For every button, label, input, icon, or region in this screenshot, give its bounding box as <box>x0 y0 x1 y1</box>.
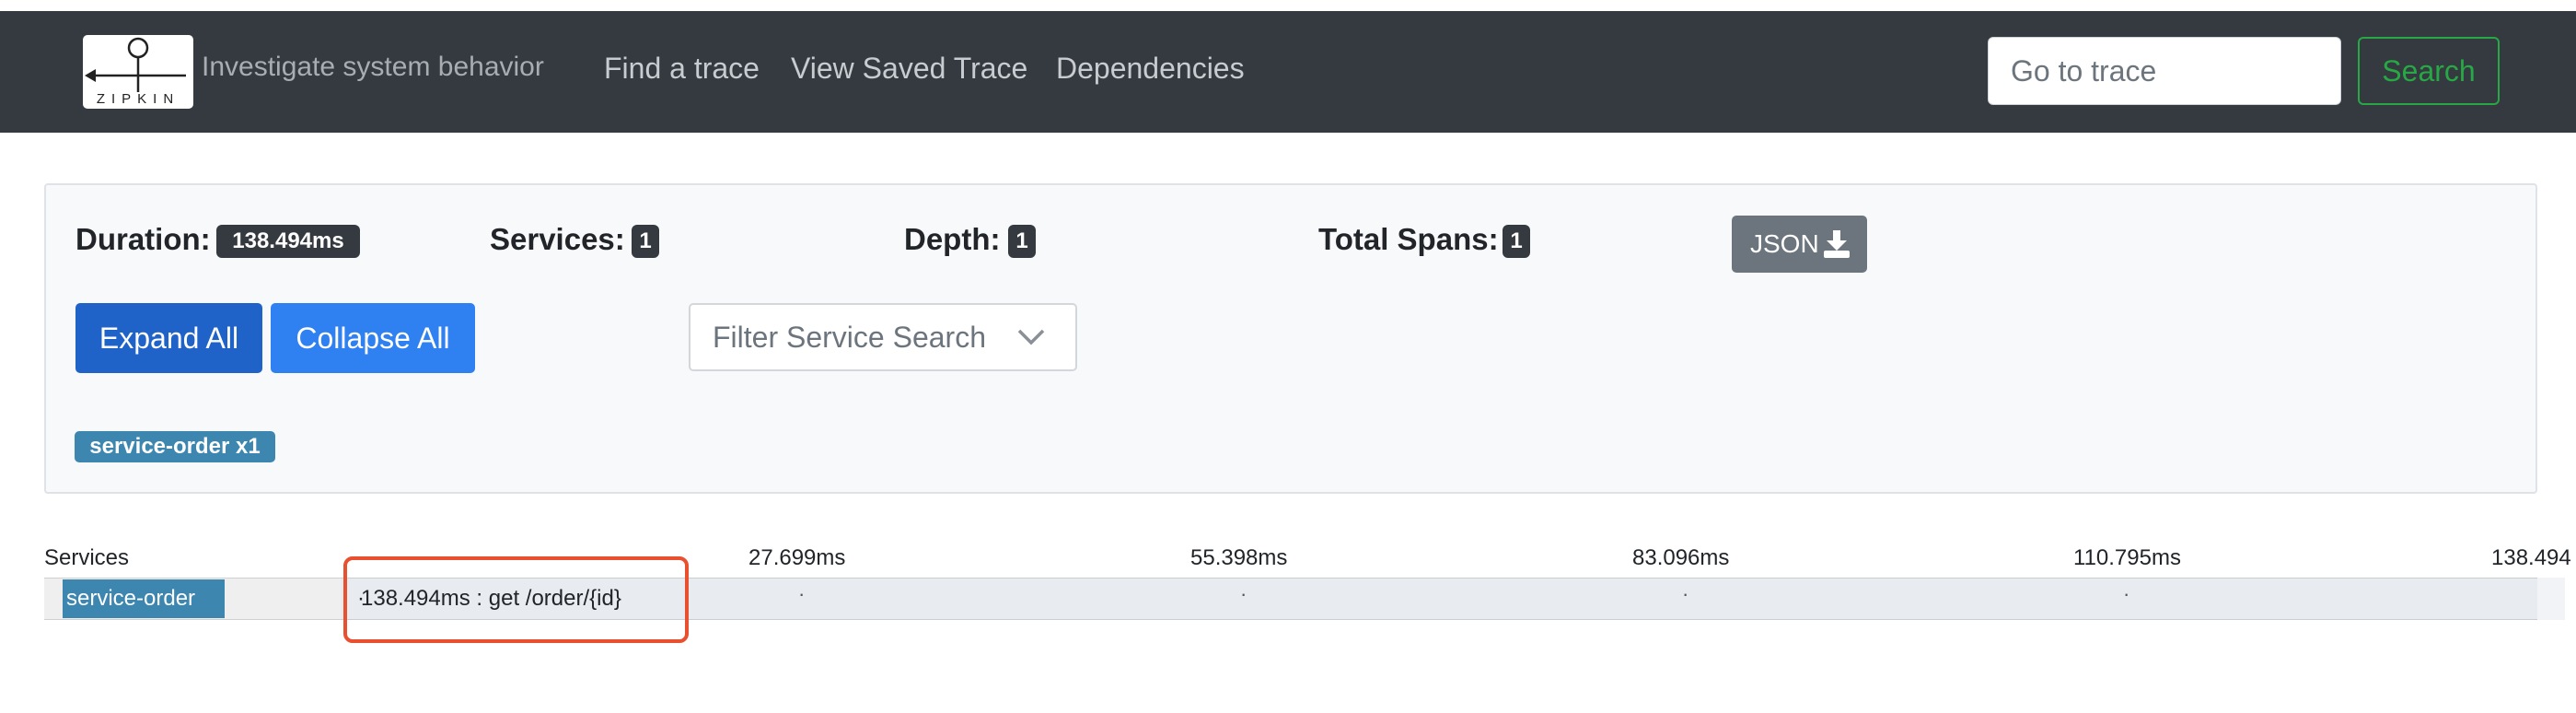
chevron-down-icon <box>1017 329 1045 345</box>
navbar-tagline: Investigate system behavior <box>202 52 544 82</box>
filter-service-search[interactable]: Filter Service Search <box>689 303 1077 371</box>
nav-dependencies[interactable]: Dependencies <box>1056 52 1245 86</box>
tick-label: 138.494 <box>2491 545 2571 570</box>
expand-all-button[interactable]: Expand All <box>75 303 262 373</box>
tick-marker: · <box>2123 582 2130 605</box>
download-icon <box>1824 230 1850 258</box>
logo-text: ZIPKIN <box>96 91 180 107</box>
depth-badge: 1 <box>1008 225 1036 258</box>
total-spans-label: Total Spans: <box>1318 222 1499 256</box>
duration-label: Duration: <box>75 222 211 256</box>
goto-trace-input[interactable] <box>1988 37 2341 105</box>
json-button-label: JSON <box>1750 229 1819 258</box>
nav-view-saved-trace[interactable]: View Saved Trace <box>791 52 1027 86</box>
services-badge: 1 <box>632 225 659 258</box>
span-row-end <box>2537 578 2565 620</box>
search-button[interactable]: Search <box>2358 37 2500 105</box>
tick-label: 27.699ms <box>748 545 846 570</box>
tick-label: 83.096ms <box>1632 545 1730 570</box>
tick-marker: · <box>1240 582 1247 605</box>
collapse-all-button[interactable]: Collapse All <box>271 303 475 373</box>
duration-badge: 138.494ms <box>216 225 360 258</box>
zipkin-logo[interactable]: ZIPKIN <box>83 35 193 109</box>
json-download-button[interactable]: JSON <box>1732 216 1867 273</box>
services-header: Services <box>44 545 130 570</box>
total-spans-badge: 1 <box>1503 225 1530 258</box>
top-navbar: ZIPKIN Investigate system behavior Find … <box>0 11 2576 133</box>
service-badge[interactable]: service-order x1 <box>75 431 275 462</box>
services-label: Services: <box>490 222 625 256</box>
depth-label: Depth: <box>904 222 1001 256</box>
nav-find-trace[interactable]: Find a trace <box>604 52 760 86</box>
tick-marker: · <box>798 582 806 605</box>
tick-label: 110.795ms <box>2073 545 2181 570</box>
tick-marker: · <box>1682 582 1689 605</box>
tick-label: 55.398ms <box>1190 545 1288 570</box>
highlight-box <box>343 556 689 643</box>
filter-placeholder: Filter Service Search <box>713 321 986 354</box>
span-service-name[interactable]: service-order <box>63 579 225 618</box>
